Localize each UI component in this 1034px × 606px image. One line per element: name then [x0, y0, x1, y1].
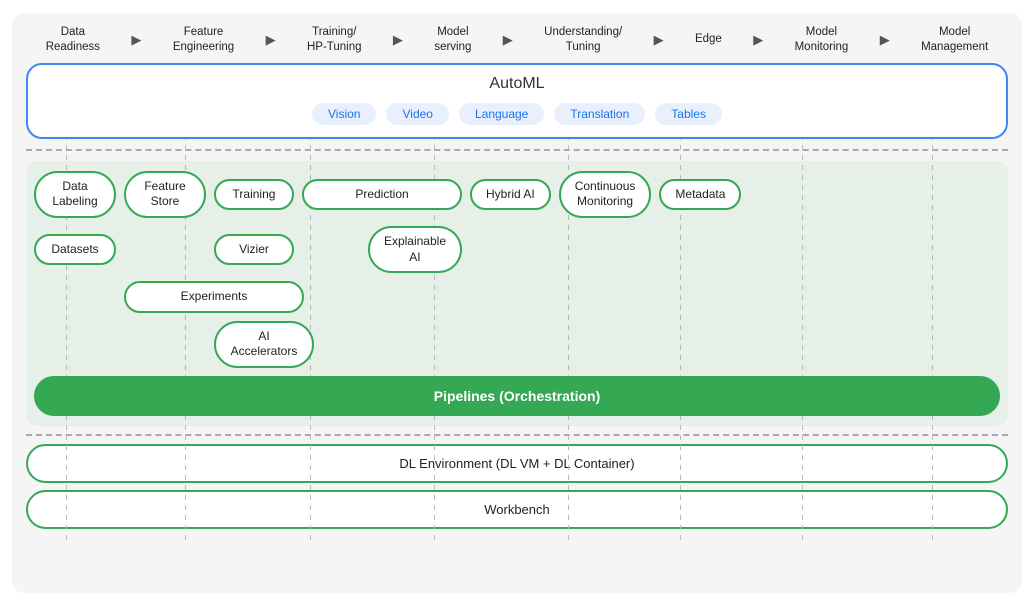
automl-pill-tables: Tables: [655, 103, 722, 125]
pill-experiments: Experiments: [124, 281, 304, 313]
row4: AI Accelerators: [34, 321, 1000, 368]
nav-item-model-serving: Model serving: [434, 25, 471, 55]
automl-pill-translation: Translation: [554, 103, 645, 125]
pill-explainable-ai: Explainable AI: [368, 226, 462, 273]
pill-datasets: Datasets: [34, 234, 116, 266]
dashed-divider-bottom: [26, 434, 1008, 436]
pill-training: Training: [214, 179, 294, 211]
nav-item-feature-engineering: Feature Engineering: [173, 25, 234, 55]
nav-arrow-2: ▶: [266, 32, 276, 48]
nav-item-data-readiness: Data Readiness: [46, 25, 100, 55]
pill-dl-environment: DL Environment (DL VM + DL Container): [26, 444, 1008, 483]
automl-title: AutoML: [44, 75, 990, 93]
nav-item-model-management: Model Management: [921, 25, 988, 55]
nav-arrow-5: ▶: [654, 32, 664, 48]
pill-vizier: Vizier: [214, 234, 294, 266]
row2: Datasets Vizier Explainable AI: [34, 226, 1000, 273]
nav-arrow-6: ▶: [753, 32, 763, 48]
automl-pills: Vision Video Language Translation Tables: [44, 103, 990, 125]
diagram-container: Data Readiness ▶ Feature Engineering ▶ T…: [12, 13, 1022, 593]
automl-pill-vision: Vision: [312, 103, 376, 125]
pill-feature-store: Feature Store: [124, 171, 206, 218]
nav-item-model-monitoring: Model Monitoring: [795, 25, 849, 55]
pill-metadata: Metadata: [659, 179, 741, 211]
main-area: AutoML Vision Video Language Translation…: [26, 63, 1008, 529]
nav-arrow-4: ▶: [503, 32, 513, 48]
pill-data-labeling: Data Labeling: [34, 171, 116, 218]
pill-prediction: Prediction: [302, 179, 462, 211]
green-section: Data Labeling Feature Store Training Pre…: [26, 161, 1008, 426]
automl-pill-language: Language: [459, 103, 544, 125]
pill-hybrid-ai: Hybrid AI: [470, 179, 551, 211]
pill-workbench: Workbench: [26, 490, 1008, 529]
automl-pill-video: Video: [386, 103, 448, 125]
pill-ai-accelerators: AI Accelerators: [214, 321, 314, 368]
nav-arrow-1: ▶: [131, 32, 141, 48]
nav-arrow-7: ▶: [880, 32, 890, 48]
pill-pipelines: Pipelines (Orchestration): [34, 376, 1000, 416]
main-pills-row: Data Labeling Feature Store Training Pre…: [34, 171, 1000, 218]
nav-item-understanding: Understanding/ Tuning: [544, 25, 622, 55]
nav-arrow-3: ▶: [393, 32, 403, 48]
nav-item-edge: Edge: [695, 32, 722, 47]
automl-section: AutoML Vision Video Language Translation…: [26, 63, 1008, 139]
nav-item-training: Training/ HP-Tuning: [307, 25, 362, 55]
bottom-section: DL Environment (DL VM + DL Container) Wo…: [26, 444, 1008, 529]
row3: Experiments: [34, 281, 1000, 313]
pill-continuous-monitoring: Continuous Monitoring: [559, 171, 652, 218]
top-nav: Data Readiness ▶ Feature Engineering ▶ T…: [12, 13, 1022, 63]
dashed-divider-top: [26, 149, 1008, 151]
